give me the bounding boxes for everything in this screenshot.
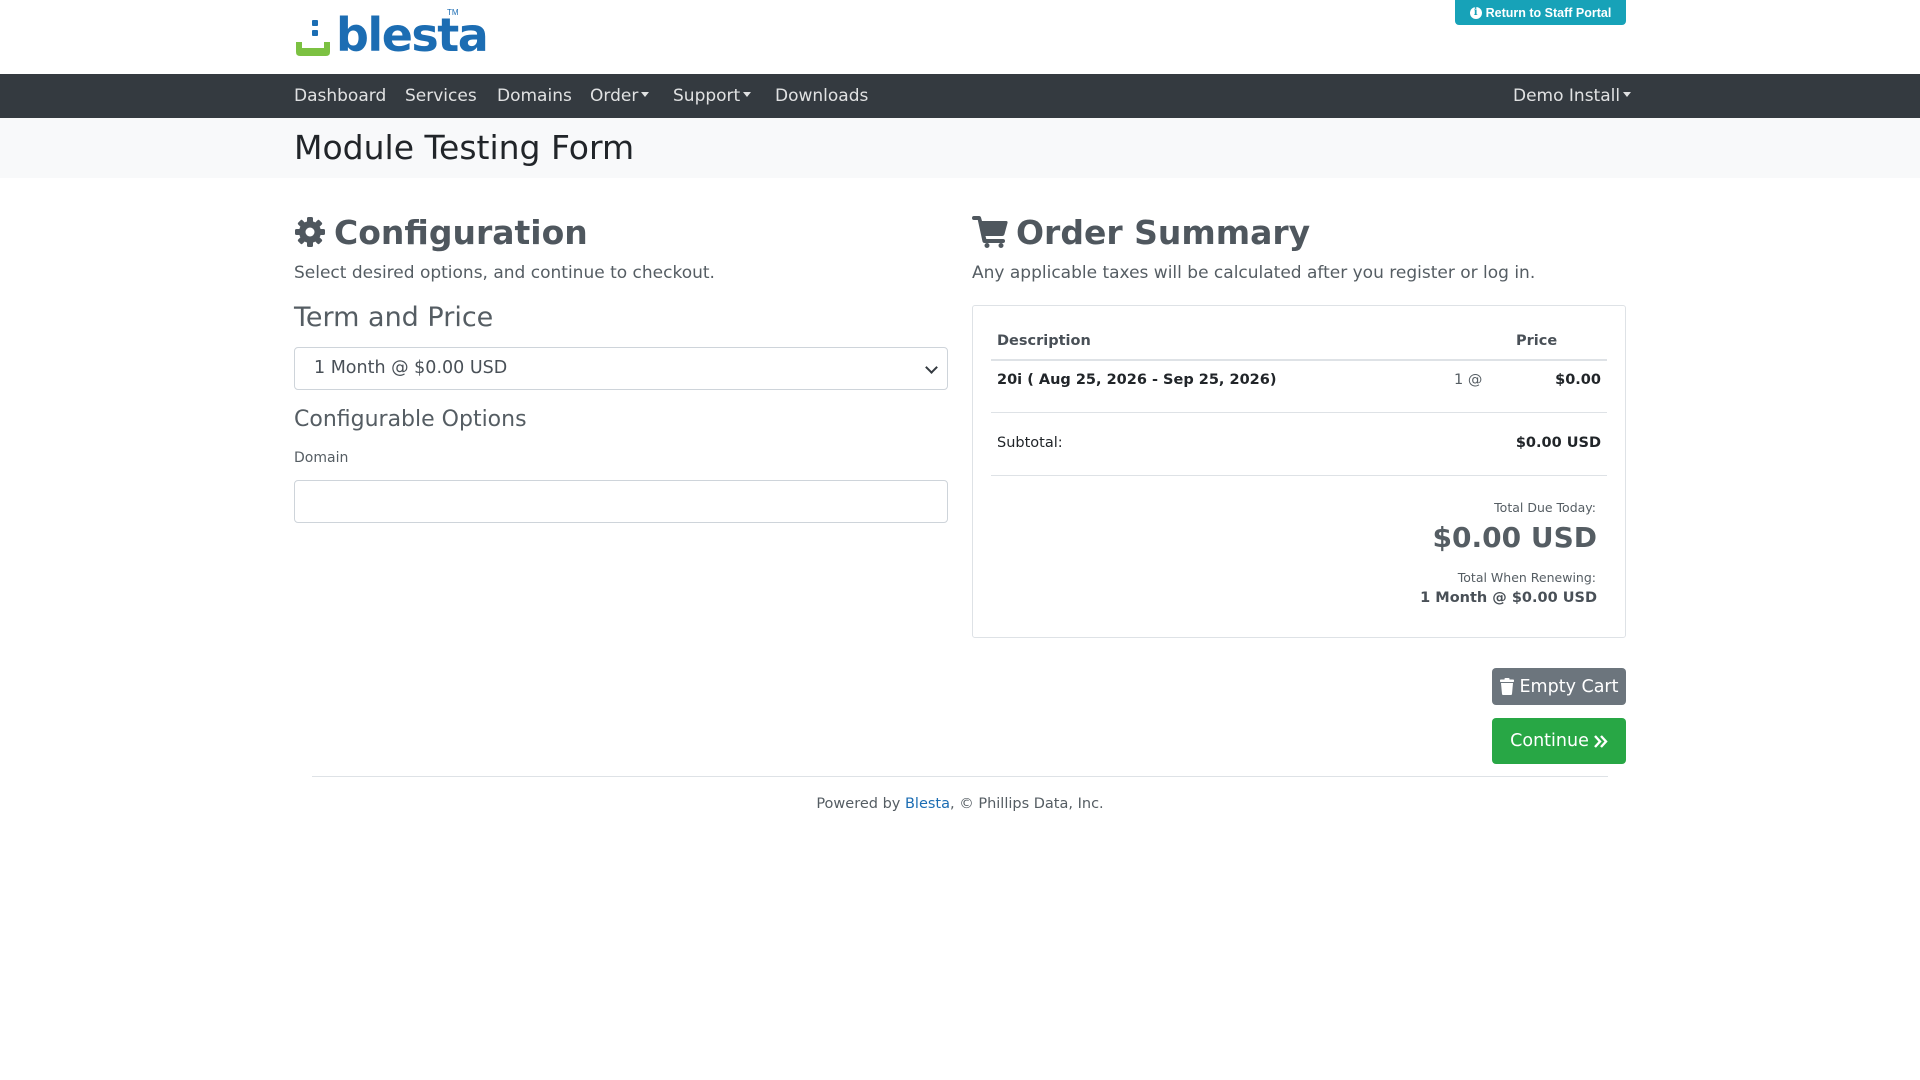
blesta-link[interactable]: Blesta [905, 796, 950, 812]
description-column-header: Description [997, 333, 1091, 349]
caret-down-icon [641, 92, 650, 97]
term-and-price-heading: Term and Price [294, 302, 494, 333]
order-summary-heading: Order Summary [972, 210, 1310, 254]
empty-cart-label: Empty Cart [1519, 676, 1619, 697]
continue-button[interactable]: Continue [1492, 718, 1626, 764]
info-icon: i [1469, 6, 1482, 19]
total-renewing-value: 1 Month @ $0.00 USD [1420, 590, 1597, 606]
nav-domains[interactable]: Domains [497, 74, 572, 118]
nav-services[interactable]: Services [405, 74, 477, 118]
blesta-logo[interactable]: blesta [294, 8, 489, 62]
table-header-divider [991, 359, 1607, 361]
configurable-options-heading: Configurable Options [294, 407, 527, 432]
staff-button-label: Return to Staff Portal [1485, 5, 1612, 20]
domain-label: Domain [294, 450, 349, 466]
trash-icon [1499, 678, 1514, 695]
nav-label: Domains [497, 86, 572, 106]
configuration-subtitle: Select desired options, and continue to … [294, 263, 715, 283]
configuration-heading-text: Configuration [334, 212, 588, 252]
nav-label: Services [405, 86, 477, 106]
subtotal-divider [991, 475, 1607, 476]
price-column-header: Price [1516, 333, 1558, 349]
footer-prefix: Powered by [816, 796, 905, 812]
configuration-heading: Configuration [294, 210, 588, 254]
subtotal-label: Subtotal: [997, 435, 1063, 451]
nav-account-dropdown[interactable]: Demo Install [1513, 74, 1632, 118]
term-price-select[interactable]: 1 Month @ $0.00 USD [294, 347, 948, 390]
shopping-cart-icon [972, 216, 1008, 248]
nav-dashboard[interactable]: Dashboard [294, 74, 386, 118]
top-header: blesta TM i Return to Staff Portal [0, 0, 1920, 74]
order-summary-heading-text: Order Summary [1016, 212, 1311, 252]
line-item-quantity: 1 @ [1454, 372, 1483, 388]
domain-input[interactable] [294, 480, 948, 523]
footer-suffix: , © Phillips Data, Inc. [950, 796, 1104, 812]
continue-label: Continue [1510, 731, 1589, 751]
logo-wordmark: blesta [336, 8, 489, 62]
page: blesta TM i Return to Staff Portal Dashb… [0, 0, 1920, 1080]
nav-label: Order [590, 86, 639, 106]
title-band [0, 118, 1920, 178]
footer-divider [312, 776, 1608, 777]
empty-cart-button[interactable]: Empty Cart [1492, 668, 1626, 705]
chevron-down-icon [925, 361, 938, 374]
line-item-price: $0.00 [1555, 372, 1601, 388]
double-chevron-right-icon [1593, 734, 1608, 748]
nav-label: Downloads [775, 86, 869, 106]
line-item-divider [991, 412, 1607, 413]
caret-down-icon [1623, 92, 1632, 97]
caret-down-icon [743, 92, 752, 97]
gear-icon [295, 217, 325, 247]
subtotal-value: $0.00 USD [1515, 435, 1601, 451]
total-due-value: $0.00 USD [1432, 521, 1597, 554]
total-due-label: Total Due Today: [1494, 500, 1596, 515]
nav-support-dropdown[interactable]: Support [673, 74, 752, 118]
footer: Powered by Blesta, © Phillips Data, Inc. [0, 796, 1920, 812]
nav-label: Dashboard [294, 86, 387, 106]
return-to-staff-portal-button[interactable]: i Return to Staff Portal [1455, 0, 1626, 25]
order-summary-card [972, 305, 1626, 638]
order-summary-subtitle: Any applicable taxes will be calculated … [972, 263, 1536, 283]
nav-downloads[interactable]: Downloads [775, 74, 868, 118]
nav-label: Support [673, 86, 741, 106]
nav-order-dropdown[interactable]: Order [590, 74, 650, 118]
total-renewing-label: Total When Renewing: [1457, 570, 1596, 585]
logo-smile-icon [294, 16, 334, 58]
main-navbar: Dashboard Services Domains Order Support… [0, 74, 1920, 118]
line-item-description: 20i ( Aug 25, 2026 - Sep 25, 2026) [997, 372, 1277, 388]
term-price-selected-value: 1 Month @ $0.00 USD [314, 358, 508, 378]
page-title: Module Testing Form [294, 128, 635, 167]
nav-label: Demo Install [1513, 86, 1621, 106]
logo-trademark: TM [447, 8, 459, 17]
